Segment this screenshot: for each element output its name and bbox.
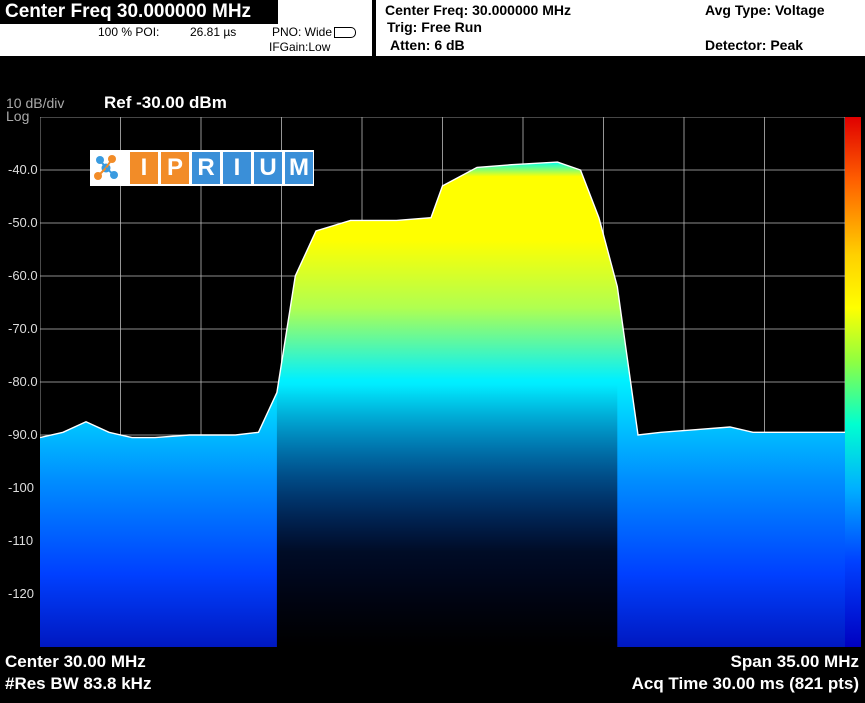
logo-letter: I xyxy=(223,152,251,184)
poi-label: 100 % POI: xyxy=(98,25,160,39)
pno-gate-icon xyxy=(334,27,356,38)
density-colorbar xyxy=(845,117,861,647)
acq-time-footer: Acq Time 30.00 ms (821 pts) xyxy=(631,674,859,693)
logo-letter: U xyxy=(254,152,282,184)
spectrum-plot xyxy=(40,117,845,647)
header-bar: Center Freq 30.000000 MHz 100 % POI: 26.… xyxy=(0,0,865,56)
y-tick-label: -40.0 xyxy=(8,162,38,177)
span-footer: Span 35.00 MHz xyxy=(730,652,860,671)
logo-letter: I xyxy=(130,152,158,184)
center-freq-footer: Center 30.00 MHz xyxy=(5,652,146,671)
center-freq-title: Center Freq 30.000000 MHz xyxy=(0,0,278,24)
logo-letter: M xyxy=(285,152,313,184)
atten-setting: Atten: 6 dB xyxy=(390,37,465,53)
y-tick-label: -120 xyxy=(8,586,35,601)
y-tick-label: -50.0 xyxy=(8,215,38,230)
y-tick-label: -90.0 xyxy=(8,427,38,442)
y-tick-label: -100 xyxy=(8,480,35,495)
avg-type-setting: Avg Type: Voltage xyxy=(705,2,825,18)
trigger-setting: Trig: Free Run xyxy=(387,19,482,35)
y-tick-label: -110 xyxy=(8,533,34,548)
center-freq-setting: Center Freq: 30.000000 MHz xyxy=(385,2,571,18)
poi-value: 26.81 µs xyxy=(190,25,237,39)
logo-letter: R xyxy=(192,152,220,184)
scale-mode-label: Log xyxy=(6,108,30,124)
res-bw-footer: #Res BW 83.8 kHz xyxy=(5,674,152,693)
header-divider xyxy=(372,0,376,56)
iprium-logo: I P R I U M xyxy=(90,150,314,186)
density-fade xyxy=(276,170,618,647)
y-tick-label: -80.0 xyxy=(8,374,38,389)
logo-letter: P xyxy=(161,152,189,184)
ref-level-label: Ref -30.00 dBm xyxy=(104,93,227,112)
ifgain-setting: IFGain:Low xyxy=(269,40,331,54)
detector-setting: Detector: Peak xyxy=(705,37,804,53)
y-tick-label: -60.0 xyxy=(8,268,38,283)
y-tick-label: -70.0 xyxy=(8,321,38,336)
logo-mark-icon xyxy=(94,155,118,180)
pno-setting: PNO: Wide xyxy=(272,25,333,39)
